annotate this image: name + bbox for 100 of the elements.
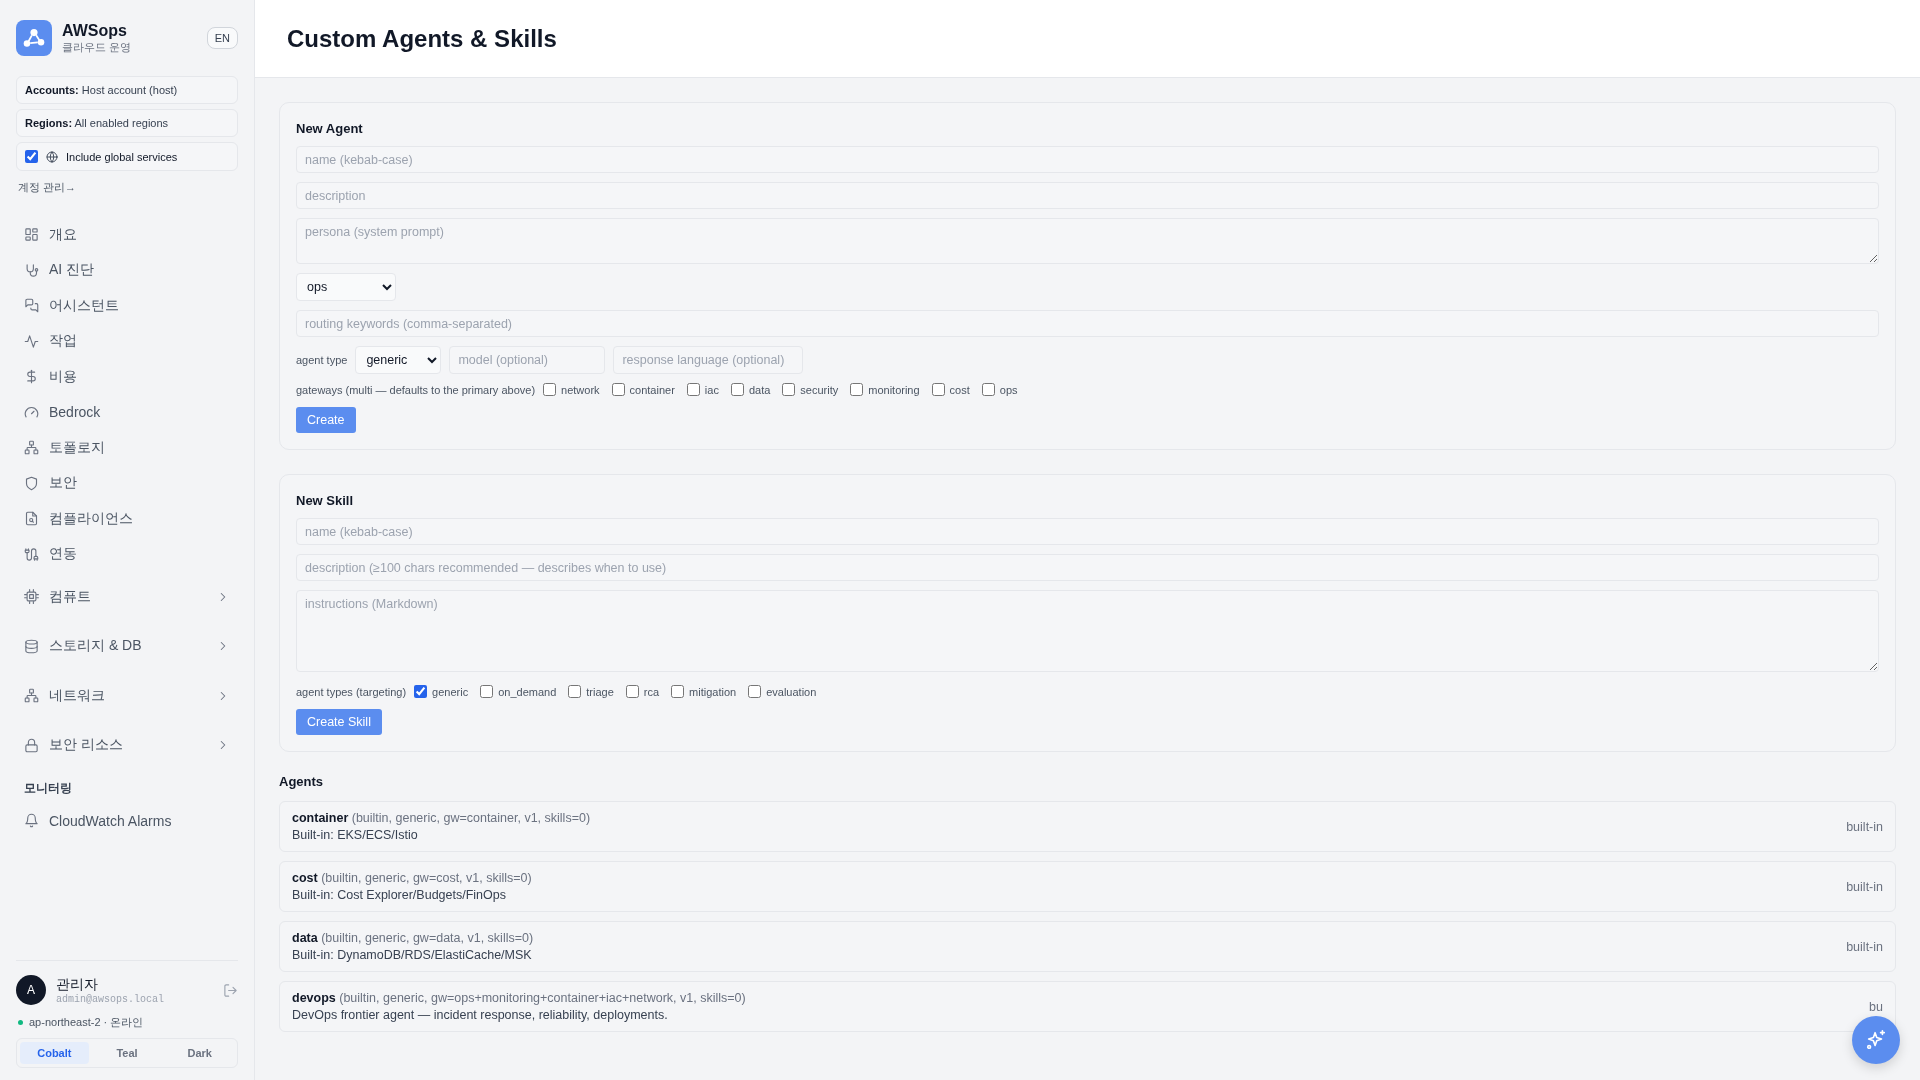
agent-meta: (builtin, generic, gw=ops+monitoring+container+iac+network, v1, skills=0) — [339, 991, 746, 1005]
checkbox[interactable] — [543, 383, 557, 396]
checkbox[interactable] — [568, 685, 582, 698]
shield-icon — [24, 475, 39, 491]
checkbox-label: mitigation — [689, 685, 737, 698]
document-search-icon — [24, 511, 39, 527]
checkbox-label: security — [800, 383, 839, 396]
text-field[interactable]: response language (optional) — [613, 346, 804, 374]
nav-item[interactable]: 토폴로지 — [16, 430, 238, 466]
app-name: AWSops — [62, 21, 128, 40]
checkbox[interactable] — [611, 383, 625, 396]
agent-description: Built-in: EKS/ECS/Istio — [292, 828, 419, 842]
app-logo — [16, 20, 52, 56]
checkbox[interactable] — [25, 150, 38, 163]
theme-button[interactable]: Teal — [92, 1042, 162, 1064]
text-area[interactable]: instructions (Markdown) — [296, 590, 1879, 672]
agent-description: DevOps frontier agent — incident response, reliability, deployments. — [292, 1008, 669, 1022]
field-label: gateways (multi — defaults to the primary above) — [296, 383, 536, 396]
checkbox[interactable] — [625, 685, 639, 698]
logout-icon — [223, 982, 238, 998]
text-field[interactable]: model (optional) — [449, 346, 606, 374]
text-field[interactable]: name (kebab-case) — [296, 518, 1879, 545]
checkbox[interactable] — [931, 383, 945, 396]
theme-button[interactable]: Dark — [165, 1042, 234, 1064]
checkbox[interactable] — [730, 383, 744, 396]
user-email: admin@awsops.local — [56, 993, 166, 1005]
card-title: New Agent — [296, 121, 364, 136]
checkbox[interactable] — [414, 685, 428, 698]
checkbox-label: rca — [643, 685, 660, 698]
text-area[interactable]: persona (system prompt) — [296, 218, 1879, 264]
option-label: Include global services — [66, 150, 178, 163]
checkbox-label: ops — [999, 383, 1018, 396]
origin-label: built-in — [1845, 879, 1883, 894]
stethoscope-icon — [24, 262, 39, 278]
lock-icon — [24, 737, 39, 753]
checkbox[interactable] — [686, 383, 700, 396]
network-icon — [24, 440, 39, 456]
nav-item[interactable]: 비용 — [16, 359, 238, 395]
agent-name: devops — [292, 991, 336, 1005]
agent-description: Built-in: Cost Explorer/Budgets/FinOps — [292, 888, 507, 902]
accounts-selector[interactable]: Accounts: Host account (host) — [16, 76, 238, 104]
card-title: New Skill — [296, 493, 355, 508]
agent-meta: (builtin, generic, gw=data, v1, skills=0) — [321, 931, 534, 945]
database-icon — [24, 638, 39, 654]
checkbox-label: iac — [704, 383, 719, 396]
chat-icon — [24, 298, 39, 314]
page-title: Custom Agents & Skills — [287, 24, 557, 53]
nav-item[interactable]: 연동 — [16, 536, 238, 572]
nav-item[interactable]: 개요 — [16, 217, 238, 253]
user-avatar: A — [16, 975, 46, 1005]
agent-name: data — [292, 931, 318, 945]
agent-name: cost — [292, 871, 318, 885]
regions-selector[interactable]: Regions: All enabled regions — [16, 109, 238, 137]
agent-meta: (builtin, generic, gw=cost, v1, skills=0) — [321, 871, 532, 885]
origin-label: bu — [1868, 999, 1883, 1014]
origin-label: built-in — [1845, 939, 1883, 954]
checkbox-label: network — [561, 383, 600, 396]
nav-item[interactable]: 스토리지 & DB — [16, 621, 238, 671]
checkbox[interactable] — [671, 685, 685, 698]
dollar-icon — [24, 369, 39, 385]
checkbox[interactable] — [782, 383, 796, 396]
nav-item[interactable]: 보안 리소스 — [16, 720, 238, 770]
text-field[interactable]: description (≥100 chars recommended — describes when to use) — [296, 554, 1879, 581]
account-management-link[interactable]: 계정 관리→ — [18, 180, 236, 195]
activity-icon — [24, 333, 39, 349]
logout-button[interactable] — [223, 982, 238, 998]
nav-item[interactable]: 작업 — [16, 323, 238, 359]
nav-item[interactable]: 컴플라이언스 — [16, 501, 238, 537]
nav-item[interactable]: AI 진단 — [16, 252, 238, 288]
checkbox[interactable] — [748, 685, 762, 698]
agent-name: container — [292, 811, 349, 825]
checkbox[interactable] — [480, 685, 494, 698]
nav-item[interactable]: 어시스턴트 — [16, 288, 238, 324]
status-text: ap-northeast-2 · 온라인 — [29, 1015, 144, 1030]
checkbox[interactable] — [850, 383, 864, 396]
network-icon — [24, 688, 39, 704]
assistant-button[interactable] — [1852, 1016, 1900, 1064]
text-field[interactable]: routing keywords (comma-separated) — [296, 310, 1879, 337]
nav-item[interactable]: 보안 — [16, 465, 238, 501]
nav-item[interactable]: 네트워크 — [16, 671, 238, 721]
checkbox-label: evaluation — [766, 685, 817, 698]
text-field[interactable]: description — [296, 182, 1879, 209]
agent-description: Built-in: DynamoDB/RDS/ElastiCache/MSK — [292, 948, 533, 962]
field-label: agent type — [296, 354, 348, 366]
cable-icon — [24, 546, 39, 562]
globe-icon — [46, 150, 58, 163]
language-button[interactable]: EN — [206, 27, 238, 49]
dashboard-icon — [24, 227, 39, 243]
gateway-select[interactable]: ops — [296, 273, 396, 301]
nav-item[interactable]: Bedrock — [16, 394, 238, 430]
nav-item[interactable]: CloudWatch Alarms — [16, 803, 238, 839]
checkbox-label: triage — [586, 685, 614, 698]
agent-type-select[interactable]: generic — [355, 346, 442, 374]
checkbox[interactable] — [981, 383, 995, 396]
theme-button[interactable]: Cobalt — [20, 1042, 89, 1064]
origin-label: built-in — [1845, 819, 1883, 834]
nav-item[interactable]: 컴퓨트 — [16, 572, 238, 622]
app-subtitle: 클라우드 운영 — [62, 39, 133, 55]
text-field[interactable]: name (kebab-case) — [296, 146, 1879, 173]
gauge-icon — [24, 404, 39, 420]
